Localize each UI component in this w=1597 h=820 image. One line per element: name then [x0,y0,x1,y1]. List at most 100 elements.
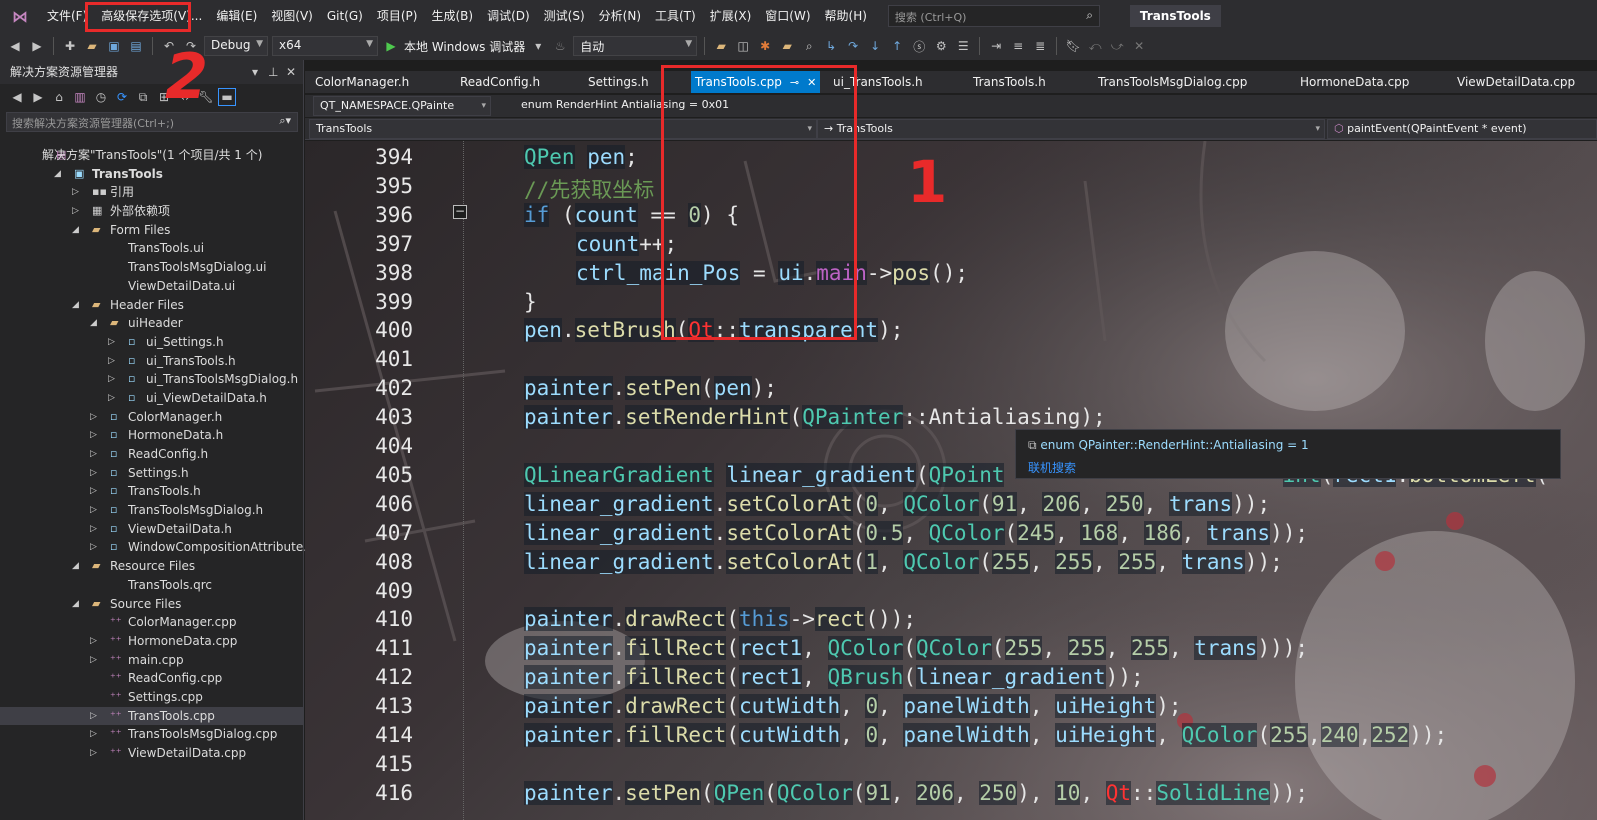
code-line[interactable]: 414 painter.fillRect(cutWidth, 0, panelWi… [305,721,1597,750]
collapsed-arrow-icon[interactable]: ▷ [90,538,97,557]
document-tab[interactable]: ColorManager.h [315,71,409,93]
code-line[interactable]: 415 [305,750,1597,779]
forward-icon[interactable]: ▶ [29,88,47,106]
save-icon[interactable]: ▣ [105,37,123,55]
search-box[interactable]: 搜索 (Ctrl+Q) ⌕ [887,5,1100,27]
tree-item[interactable]: ▷ ▫ HormoneData.h [0,426,304,445]
code-line[interactable]: 416 painter.setPen(QPen(QColor(91, 206, 2… [305,779,1597,808]
code-line[interactable]: 396 if (count == 0) { [305,201,1597,230]
code-line[interactable]: 403 painter.setRenderHint(QPainter::Antia… [305,403,1597,432]
step-over-icon[interactable]: ↷ [844,37,862,55]
collapsed-arrow-icon[interactable]: ▷ [90,501,97,520]
tree-item[interactable]: ▷ ▫ TransTools.h [0,482,304,501]
tree-item[interactable]: ▷ ⁺⁺ ViewDetailData.cpp [0,744,304,763]
code-line[interactable]: 399} [305,288,1597,317]
tree-item[interactable]: ◢ ▰ Form Files [0,221,304,240]
collapsed-arrow-icon[interactable]: ▷ [90,725,97,744]
collapsed-arrow-icon[interactable]: ▷ [90,520,97,539]
collapsed-arrow-icon[interactable]: ▷ [108,389,115,408]
document-tab[interactable]: HormoneData.cpp [1300,71,1409,93]
document-tab[interactable]: TransTools.h [973,71,1046,93]
bookmark-prev-icon[interactable]: ⤺ [1086,37,1104,55]
new-project-icon[interactable]: ✚ [61,37,79,55]
tree-item[interactable]: ▷ ▦ 外部依赖项 [0,202,304,221]
collapsed-arrow-icon[interactable]: ▷ [90,482,97,501]
code-line[interactable]: 412 painter.fillRect(rect1, QBrush(linear… [305,663,1597,692]
tree-item[interactable]: ⁺⁺ ColorManager.cpp [0,613,304,632]
collapsed-arrow-icon[interactable]: ▷ [90,651,97,670]
back-icon[interactable]: ◀ [6,37,24,55]
refresh-icon[interactable]: ⟳ [113,88,131,106]
chevron-down-icon[interactable]: ▾ [529,37,547,55]
collapsed-arrow-icon[interactable]: ▷ [72,183,79,202]
tree-item[interactable]: ▷ ⁺⁺ HormoneData.cpp [0,632,304,651]
close-tab-icon[interactable]: ✕ [807,76,816,89]
platform-dropdown[interactable]: x64 ▼ [272,36,378,56]
menu-item[interactable]: 扩展(X) [703,0,759,32]
collapsed-arrow-icon[interactable]: ▷ [90,445,97,464]
tree-item[interactable]: ▷ ▫ ui_TransTools.h [0,352,304,371]
pin-icon[interactable]: ⊸ [790,76,799,89]
tree-item[interactable]: ▷ ▫ ViewDetailData.h [0,520,304,539]
expanded-arrow-icon[interactable]: ◢ [72,595,79,614]
menu-item[interactable]: 视图(V) [264,0,320,32]
tree-item[interactable]: ◢ ▰ uiHeader [0,314,304,333]
tree-item[interactable]: ◢ ▣ TransTools [0,165,304,184]
save-all-icon[interactable]: ▤ [127,37,145,55]
code-editor[interactable]: 394 QPen pen; 395//先获取坐标 396 if (count == 0)… [305,141,1597,820]
menu-item[interactable]: 文件(F) [40,0,94,32]
menu-item[interactable]: 分析(N) [592,0,648,32]
expanded-arrow-icon[interactable]: ◢ [72,221,79,240]
step-icon[interactable]: ↳ [822,37,840,55]
document-tab[interactable]: TransTools.cpp ⊸ ✕ [691,71,821,93]
collapsed-arrow-icon[interactable]: ▷ [90,408,97,427]
tree-item[interactable]: ▤ 解决方案"TransTools"(1 个项目/共 1 个) [0,146,304,165]
tree-item[interactable]: ⁺⁺ Settings.cpp [0,688,304,707]
expanded-arrow-icon[interactable]: ◢ [90,314,97,333]
collapsed-arrow-icon[interactable]: ▷ [108,333,115,352]
collapsed-arrow-icon[interactable]: ▷ [90,632,97,651]
code-line[interactable]: 407 linear_gradient.setColorAt(0.5, QColo… [305,519,1597,548]
build-icon[interactable]: ✱ [756,37,774,55]
collapsed-arrow-icon[interactable]: ▷ [108,352,115,371]
document-tab[interactable]: Settings.h [588,71,649,93]
class-dropdown-left[interactable]: TransTools ▾ [309,119,817,139]
expanded-arrow-icon[interactable]: ◢ [72,296,79,315]
preview-icon[interactable]: ▬ [218,88,236,106]
menu-item[interactable]: 窗口(W) [758,0,817,32]
expanded-arrow-icon[interactable]: ◢ [72,557,79,576]
pin-icon[interactable]: ⊥ [268,60,278,84]
code-line[interactable]: 402 painter.setPen(pen); [305,374,1597,403]
code-line[interactable]: 400 pen.setBrush(Qt::transparent); [305,316,1597,345]
collapsed-arrow-icon[interactable]: ▷ [108,370,115,389]
back-icon[interactable]: ◀ [8,88,26,106]
menu-item[interactable]: 帮助(H) [818,0,874,32]
tree-item[interactable]: ▷ ▫ ui_Settings.h [0,333,304,352]
folder-icon[interactable]: ▰ [712,37,730,55]
home-icon[interactable]: ⌂ [50,88,68,106]
menu-item[interactable]: 项目(P) [370,0,425,32]
collapsed-arrow-icon[interactable]: ▷ [90,707,97,726]
tree-item[interactable]: ◢ ▰ Source Files [0,595,304,614]
tree-item[interactable]: ◢ ▰ Header Files [0,296,304,315]
document-tab[interactable]: TransToolsMsgDialog.cpp [1098,71,1247,93]
solution-search-input[interactable]: 搜索解决方案资源管理器(Ctrl+;) ⌕▾ [6,112,298,132]
enum-indicator[interactable]: enum RenderHint Antialiasing = 0x01 [515,96,875,116]
menu-item[interactable]: Git(G) [320,0,370,32]
menu-item[interactable]: 测试(S) [537,0,592,32]
uncomment-icon[interactable]: ≣ [1031,37,1049,55]
format-icon[interactable]: ⓢ [910,37,928,55]
menu-item[interactable]: 工具(T) [648,0,703,32]
menu-item[interactable]: 高级保存选项(V)... [94,0,209,32]
find-icon[interactable]: ⌕ [800,37,818,55]
history-icon[interactable]: ◷ [92,88,110,106]
config-dropdown[interactable]: Debug ▼ [204,36,268,56]
screenshot-icon[interactable]: ◫ [734,37,752,55]
code-line[interactable]: 411 painter.fillRect(rect1, QColor(QColor… [305,634,1597,663]
menu-item[interactable]: 编辑(E) [209,0,264,32]
step-into-icon[interactable]: ↓ [866,37,884,55]
document-tab[interactable]: ViewDetailData.cpp [1457,71,1575,93]
tree-item[interactable]: ▷ ▫ ui_ViewDetailData.h [0,389,304,408]
open-folder-icon[interactable]: ▰ [83,37,101,55]
code-line[interactable]: 394 QPen pen; [305,143,1597,172]
